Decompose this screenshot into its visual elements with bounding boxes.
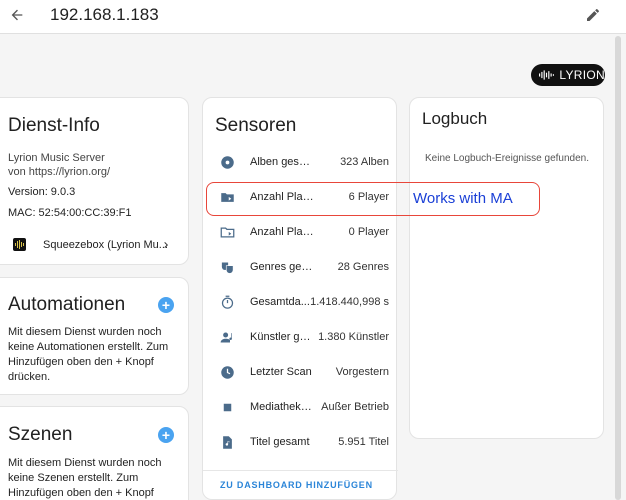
sensor-label: Anzahl Player auß... xyxy=(250,226,314,238)
service-name: Lyrion Music Server xyxy=(8,152,105,164)
file-music-icon xyxy=(222,435,232,449)
sensor-value: 28 Genres xyxy=(337,261,389,273)
device-row[interactable]: Squeezebox (Lyrion Mu... xyxy=(1,234,181,258)
sensors-title: Sensoren xyxy=(215,115,297,136)
scenes-card: Szenen + Mit diesem Dienst wurden noch k… xyxy=(0,406,189,500)
sensor-value: 1.380 Künstler xyxy=(318,331,389,343)
account-music-icon xyxy=(220,332,232,342)
edit-button[interactable] xyxy=(582,4,604,26)
service-info-card: Dienst-Info Lyrion Music Server von http… xyxy=(0,97,189,265)
sensor-row-gesamtdauer[interactable]: Gesamtda... 1.418.440,998 s xyxy=(213,287,389,317)
timer-icon xyxy=(221,295,233,309)
sensor-label: Letzter Scan xyxy=(250,366,312,378)
chevron-right-icon xyxy=(164,242,168,248)
sensor-label: Genres gesamt xyxy=(250,261,314,273)
back-button[interactable] xyxy=(6,4,28,26)
device-icon xyxy=(13,238,26,251)
service-info-title: Dienst-Info xyxy=(8,115,100,136)
device-name: Squeezebox (Lyrion Mu... xyxy=(43,239,168,251)
scrollbar[interactable] xyxy=(615,36,621,500)
service-mac: MAC: 52:54:00:CC:39:F1 xyxy=(8,207,132,219)
sensor-row-mediathek[interactable]: Mediathek n... Außer Betrieb xyxy=(213,392,389,422)
sensor-value: 0 Player xyxy=(348,226,389,238)
automations-text: Mit diesem Dienst wurden noch keine Auto… xyxy=(8,326,169,383)
sensor-value: 1.418.440,998 s xyxy=(310,296,389,308)
sensor-label: Künstler ge... xyxy=(250,331,314,343)
disc-icon xyxy=(220,155,234,169)
sensor-value: Vorgestern xyxy=(335,366,389,378)
logbook-card: Logbuch Keine Logbuch-Ereignisse gefunde… xyxy=(409,97,604,439)
scenes-title: Szenen xyxy=(8,424,73,445)
sensor-value: 5.951 Titel xyxy=(338,436,389,448)
waveform-icon xyxy=(539,70,555,80)
add-to-dashboard-button[interactable]: ZU DASHBOARD HINZUFÜGEN xyxy=(220,480,373,490)
sensor-label: Alben gesamt xyxy=(250,156,314,168)
service-source: von https://lyrion.org/ xyxy=(8,166,111,178)
sensor-row-alben[interactable]: Alben gesamt 323 Alben xyxy=(213,147,389,177)
arrow-left-icon xyxy=(11,9,23,21)
lyrion-logo: LYRION xyxy=(531,64,605,86)
add-automation-button[interactable]: + xyxy=(158,297,174,313)
sensor-row-kuenstler[interactable]: Künstler ge... 1.380 Künstler xyxy=(213,322,389,352)
automations-card: Automationen + Mit diesem Dienst wurden … xyxy=(0,277,189,395)
service-version: Version: 9.0.3 xyxy=(8,186,76,198)
sensor-label: Mediathek n... xyxy=(250,401,314,413)
page-title: 192.168.1.183 xyxy=(50,5,159,24)
sensor-row-letzter-scan[interactable]: Letzter Scan Vorgestern xyxy=(213,357,389,387)
sensor-row-genres[interactable]: Genres gesamt 28 Genres xyxy=(213,252,389,282)
automations-title: Automationen xyxy=(8,294,126,315)
drama-masks-icon xyxy=(221,262,233,274)
folder-outline-icon xyxy=(220,227,234,237)
clock-icon xyxy=(220,365,234,379)
logbook-empty-text: Keine Logbuch-Ereignisse gefunden. xyxy=(425,153,590,164)
sensors-card: Sensoren Alben gesamt 323 Alben Anzahl P… xyxy=(202,97,398,500)
sensor-value: 323 Alben xyxy=(340,156,389,168)
pencil-icon xyxy=(587,9,599,21)
card-divider xyxy=(203,470,398,471)
sensor-row-player-ausser[interactable]: Anzahl Player auß... 0 Player xyxy=(213,217,389,247)
sensor-label: Titel gesamt xyxy=(250,436,310,448)
add-scene-button[interactable]: + xyxy=(158,427,174,443)
stop-square-icon xyxy=(223,403,231,411)
top-app-bar: 192.168.1.183 xyxy=(0,0,626,34)
lyrion-label: LYRION xyxy=(559,68,605,82)
sensor-value: Außer Betrieb xyxy=(321,401,389,413)
scenes-text: Mit diesem Dienst wurden noch keine Szen… xyxy=(8,457,162,499)
annotation-text: Works with MA xyxy=(413,190,513,207)
logbook-title: Logbuch xyxy=(422,109,488,128)
sensor-row-titel[interactable]: Titel gesamt 5.951 Titel xyxy=(213,427,389,457)
sensor-label: Gesamtda... xyxy=(250,296,310,308)
